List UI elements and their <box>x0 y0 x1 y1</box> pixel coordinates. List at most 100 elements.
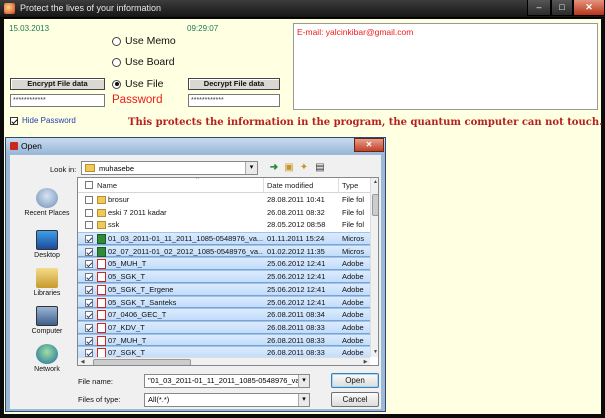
chevron-down-icon[interactable]: ▾ <box>298 394 309 406</box>
place-network[interactable]: Network <box>15 344 79 373</box>
horizontal-scrollbar[interactable]: ◀ ▶ <box>78 357 370 365</box>
password-label: Password <box>112 94 163 106</box>
chevron-down-icon[interactable]: ▾ <box>245 162 257 174</box>
minimize-button[interactable]: – <box>527 0 551 16</box>
file-date: 25.06.2012 12:41 <box>267 284 326 294</box>
row-checkbox[interactable] <box>85 247 93 256</box>
scroll-right-icon[interactable]: ▶ <box>361 358 370 365</box>
place-libraries[interactable]: Libraries <box>15 268 79 297</box>
file-row[interactable]: 07_KDV_T 26.08.2011 08:33 Adobe <box>78 320 370 334</box>
file-name-label: File name: <box>78 377 114 386</box>
file-row[interactable]: 07_MUH_T 26.08.2011 08:33 Adobe <box>78 333 370 347</box>
close-button[interactable]: ✕ <box>573 0 605 16</box>
column-separator[interactable] <box>338 178 339 193</box>
encrypt-file-button[interactable]: Encrypt File data <box>10 78 105 90</box>
scroll-thumb[interactable] <box>372 194 378 216</box>
row-checkbox[interactable] <box>85 273 93 282</box>
radio-use-board[interactable]: Use Board <box>112 56 175 68</box>
row-checkbox[interactable] <box>85 196 93 204</box>
file-date: 01.11.2011 15:24 <box>267 234 325 244</box>
main-title-bar[interactable]: Protect the lives of your information – … <box>0 0 605 18</box>
new-folder-icon[interactable]: ✦ <box>298 162 310 173</box>
file-name-input[interactable]: "01_03_2011-01_11_2011_1085-0548976_vad <box>144 374 310 388</box>
password-input-encrypt[interactable]: ************ <box>10 94 105 107</box>
row-checkbox[interactable] <box>85 298 93 307</box>
column-separator[interactable] <box>263 178 264 193</box>
file-row[interactable]: eski 7 2011 kadar 26.08.2011 08:32 File fo… <box>78 207 370 220</box>
open-button[interactable]: Open <box>331 373 379 388</box>
file-row[interactable]: 02_07_2011-01_02_2012_1085-0548976_va...… <box>78 244 370 258</box>
password-input-decrypt[interactable]: ************ <box>188 94 280 107</box>
file-row[interactable]: 05_MUH_T 25.06.2012 12:41 Adobe <box>78 257 370 271</box>
memo-text-area[interactable]: E-mail: yalcinkibar@gmail.com <box>293 23 598 110</box>
row-checkbox[interactable] <box>85 235 93 244</box>
up-folder-icon[interactable]: ▣ <box>283 162 295 173</box>
file-name: 01_03_2011-01_11_2011_1085-0548976_va... <box>108 234 263 244</box>
column-header-type[interactable]: Type <box>342 181 358 190</box>
scroll-thumb[interactable] <box>93 359 191 365</box>
row-checkbox[interactable] <box>85 311 93 320</box>
file-name: 05_MUH_T <box>108 259 147 269</box>
decrypt-file-button[interactable]: Decrypt File data <box>188 78 280 90</box>
place-computer[interactable]: Computer <box>15 306 79 335</box>
file-rows: brosur 28.08.2011 10:41 File fol eski 7 201… <box>78 194 370 359</box>
back-arrow-icon[interactable]: ➜ <box>268 162 280 173</box>
files-of-type-select[interactable]: All(*.*) <box>144 393 310 407</box>
dialog-title-bar[interactable]: Open ✕ <box>6 138 385 154</box>
row-checkbox[interactable] <box>85 285 93 294</box>
radio-use-memo[interactable]: Use Memo <box>112 35 176 47</box>
hide-password-label: Hide Password <box>22 116 76 125</box>
place-label: Recent Places <box>24 210 70 217</box>
place-desktop[interactable]: Desktop <box>15 230 79 259</box>
info-banner: This protects the information in the pro… <box>128 117 603 128</box>
folder-file-icon <box>97 221 106 230</box>
file-name: 05_SGK_T_Santeks <box>108 297 177 307</box>
row-checkbox[interactable] <box>85 221 93 230</box>
pdf-file-icon <box>97 259 106 270</box>
file-name: eski 7 2011 kadar <box>108 207 167 217</box>
file-row[interactable]: ssk 28.05.2012 08:58 File fol <box>78 219 370 232</box>
file-date: 25.06.2012 12:41 <box>267 259 326 269</box>
scroll-down-icon[interactable]: ▼ <box>371 348 378 357</box>
file-date: 28.05.2012 08:58 <box>267 220 326 230</box>
hide-password-checkbox[interactable]: Hide Password <box>10 116 76 125</box>
radio-button-selected-icon <box>112 79 121 89</box>
pdf-file-icon <box>97 297 106 308</box>
dialog-body: Look in: muhasebe ▾ ➜ ▣ ✦ ▤ Recent Place… <box>10 155 381 409</box>
chevron-down-icon[interactable]: ▾ <box>298 375 309 387</box>
file-name: brosur <box>108 195 130 204</box>
dialog-close-button[interactable]: ✕ <box>354 138 384 152</box>
place-label: Desktop <box>34 252 60 259</box>
vertical-scrollbar[interactable]: ▲ ▼ <box>370 178 378 357</box>
row-checkbox[interactable] <box>85 260 93 269</box>
column-header-date[interactable]: Date modified <box>267 181 313 190</box>
file-list[interactable]: Name ^ Date modified Type brosur 28.08.20… <box>77 177 379 366</box>
places-bar: Recent Places Desktop Libraries Computer… <box>15 182 79 373</box>
look-in-select[interactable]: muhasebe ▾ <box>81 161 258 175</box>
file-row[interactable]: brosur 28.08.2011 10:41 File fol <box>78 194 370 207</box>
recent-places-icon <box>36 188 58 208</box>
column-header-name[interactable]: Name <box>97 181 117 190</box>
select-all-checkbox[interactable] <box>85 181 93 189</box>
file-row[interactable]: 05_SGK_T 25.06.2012 12:41 Adobe <box>78 270 370 283</box>
file-row[interactable]: 07_0406_GEC_T 26.08.2011 08:34 Adobe <box>78 308 370 321</box>
scroll-left-icon[interactable]: ◀ <box>78 358 87 365</box>
file-type: Adobe <box>342 284 364 294</box>
file-row[interactable]: 05_SGK_T_Santeks 25.06.2012 12:41 Adobe <box>78 295 370 309</box>
cancel-button[interactable]: Cancel <box>331 392 379 407</box>
file-name: 07_KDV_T <box>108 322 145 332</box>
radio-use-file[interactable]: Use File <box>112 78 164 90</box>
scroll-up-icon[interactable]: ▲ <box>371 178 378 187</box>
place-recent-places[interactable]: Recent Places <box>15 188 79 217</box>
file-type: Adobe <box>342 310 364 320</box>
computer-icon <box>36 306 58 326</box>
file-row[interactable]: 05_SGK_T_Ergene 25.06.2012 12:41 Adobe <box>78 282 370 296</box>
maximize-button[interactable]: □ <box>551 0 573 16</box>
row-checkbox[interactable] <box>85 208 93 217</box>
file-row[interactable]: 01_03_2011-01_11_2011_1085-0548976_va...… <box>78 232 370 245</box>
row-checkbox[interactable] <box>85 323 93 332</box>
row-checkbox[interactable] <box>85 336 93 345</box>
file-type: Adobe <box>342 272 364 282</box>
views-menu-icon[interactable]: ▤ <box>314 162 326 173</box>
file-name: 02_07_2011-01_02_2012_1085-0548976_va... <box>108 246 263 256</box>
